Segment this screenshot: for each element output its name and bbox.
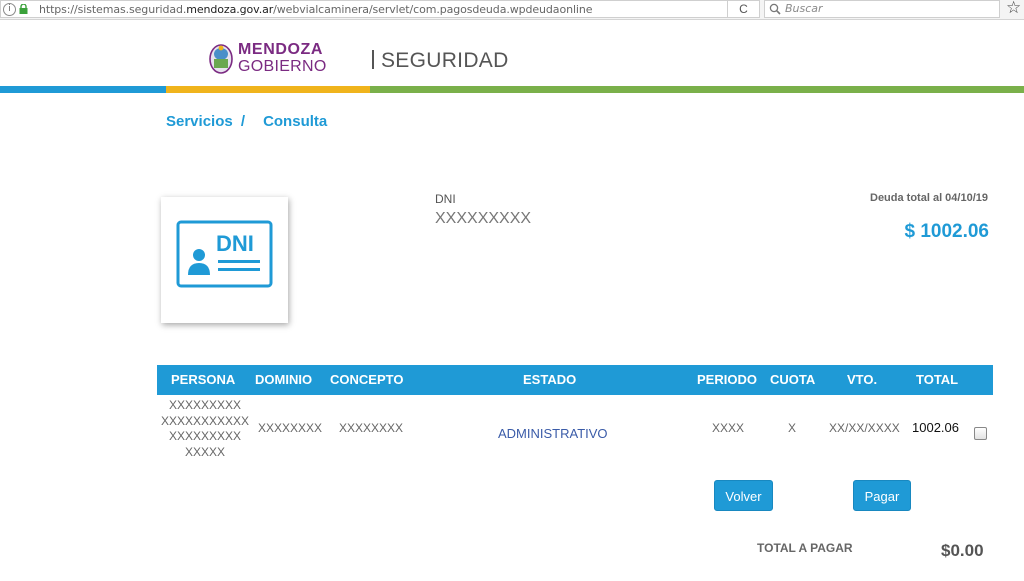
col-estado: ESTADO [523,372,577,387]
cell-dominio: XXXXXXXX [258,421,323,435]
breadcrumb-separator: / [240,113,246,130]
col-vto: VTO. [847,372,878,387]
col-cuota: CUOTA [770,372,816,387]
breadcrumb: Servicios / Consulta [166,113,327,130]
stripe-blue [0,86,166,93]
search-placeholder: Buscar [785,2,823,15]
cell-periodo: XXXX [712,421,745,435]
cell-cuota: X [788,421,797,435]
persona-line: XXXXXXXXX [168,429,242,443]
reload-icon: C [739,2,748,16]
bookmark-star-icon[interactable]: ☆ [1006,0,1021,18]
browser-toolbar: i https://sistemas.seguridad.mendoza.gov… [0,0,1024,20]
logo-line1: MENDOZA [238,41,324,58]
mendoza-seal-icon [209,44,233,74]
stripe-yellow [166,86,370,93]
debt-total-value: $ 1002.06 [904,221,989,242]
cell-estado-link[interactable]: ADMINISTRATIVO [498,426,608,441]
dni-card: DNI [161,197,288,323]
total-a-pagar-label: TOTAL A PAGAR [757,541,853,555]
id-card-icon-text: DNI [216,231,254,256]
site-title: SEGURIDAD [381,49,509,72]
total-a-pagar-value: $0.00 [941,541,984,560]
col-total: TOTAL [916,372,959,387]
cell-total: 1002.06 [912,420,959,435]
id-card-icon: DNI [176,220,273,288]
mendoza-logo[interactable]: MENDOZA GOBIERNO [208,40,328,78]
logo-line2: GOBIERNO [238,58,327,75]
stripe-green [370,86,1024,93]
reload-button[interactable]: C [728,0,760,18]
lock-icon [19,4,28,14]
pagar-button[interactable]: Pagar [853,480,911,511]
persona-line: XXXXXXXXX [168,398,242,412]
cell-concepto: XXXXXXXX [339,421,404,435]
address-bar[interactable]: i https://sistemas.seguridad.mendoza.gov… [0,0,728,18]
url-text[interactable]: https://sistemas.seguridad.mendoza.gov.a… [39,3,593,16]
info-icon[interactable]: i [3,3,16,16]
row-select-checkbox[interactable] [974,427,987,440]
persona-line: XXXXXXXXXXX [160,413,250,428]
breadcrumb-servicios[interactable]: Servicios [166,113,233,130]
cell-vto: XX/XX/XXXX [829,421,900,435]
dni-label: DNI [435,192,456,206]
volver-button[interactable]: Volver [714,480,773,511]
col-concepto: CONCEPTO [330,372,404,387]
debt-total-label: Deuda total al 04/10/19 [870,192,988,204]
col-periodo: PERIODO [697,372,757,387]
debt-table-header: PERSONA DOMINIO CONCEPTO ESTADO PERIODO … [157,365,993,395]
title-separator [372,50,374,69]
col-dominio: DOMINIO [255,372,313,387]
cell-persona: XXXXXXXXX XXXXXXXXXXX XXXXXXXXX XXXXX [160,398,250,460]
col-persona: PERSONA [171,372,236,387]
search-icon [769,3,781,15]
browser-search-input[interactable]: Buscar [764,0,1000,18]
persona-line: XXXXX [184,444,226,459]
dni-value: XXXXXXXXX [435,210,532,227]
breadcrumb-consulta[interactable]: Consulta [263,113,327,130]
